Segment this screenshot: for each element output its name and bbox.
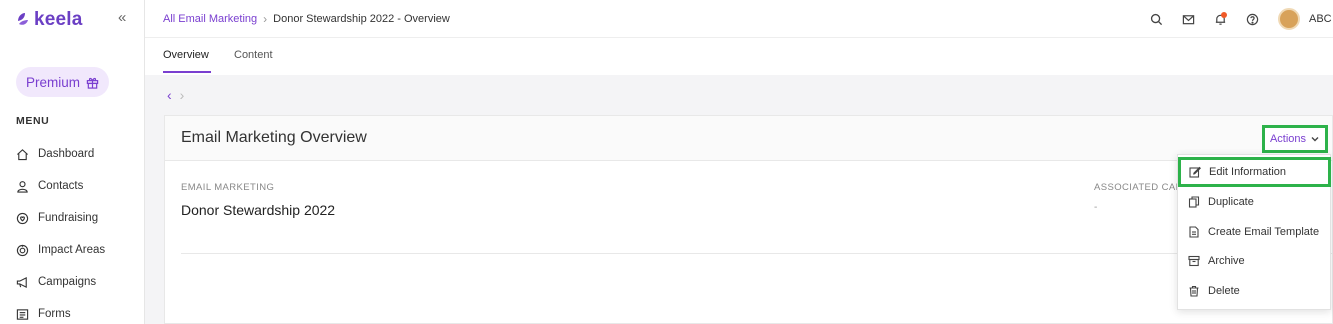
chevron-right-icon[interactable]: › — [180, 87, 185, 103]
main-content: ‹ › Email Marketing Overview Actions EMA… — [145, 75, 1333, 324]
active-tab-indicator — [163, 71, 211, 73]
help-icon — [1246, 13, 1258, 25]
menu-item-edit-information[interactable]: Edit Information — [1178, 157, 1331, 187]
form-icon — [16, 308, 29, 320]
user-icon — [17, 180, 28, 193]
menu-item-label: Duplicate — [1208, 196, 1254, 208]
menu-title: MENU — [16, 115, 50, 127]
trash-icon — [1189, 285, 1199, 297]
tab-overview[interactable]: Overview — [163, 49, 209, 61]
sidebar-item-impact-areas[interactable]: Impact Areas — [16, 234, 105, 266]
donation-icon — [16, 212, 29, 224]
chevron-left-icon[interactable]: ‹ — [167, 87, 172, 103]
search-button[interactable] — [1140, 13, 1172, 26]
associated-campaign-label: ASSOCIATED CAM — [1094, 182, 1184, 193]
notification-dot — [1221, 11, 1227, 18]
target-icon — [16, 244, 29, 256]
tab-content[interactable]: Content — [234, 49, 273, 61]
mail-icon — [1182, 14, 1194, 24]
logo-text: keela — [34, 9, 83, 30]
pager: ‹ › — [167, 87, 184, 103]
actions-label: Actions — [1269, 133, 1307, 145]
gift-icon — [86, 77, 99, 89]
sidebar-item-fundraising[interactable]: Fundraising — [16, 202, 105, 234]
email-marketing-label: EMAIL MARKETING — [181, 182, 275, 193]
breadcrumb-parent-link[interactable]: All Email Marketing — [163, 13, 257, 25]
sidebar-item-label: Fundraising — [38, 212, 99, 224]
sidebar-item-label: Campaigns — [38, 276, 97, 288]
card-header: Email Marketing Overview Actions — [165, 116, 1332, 161]
document-icon — [1189, 226, 1199, 238]
email-marketing-value: Donor Stewardship 2022 — [181, 202, 336, 218]
menu-item-delete[interactable]: Delete — [1178, 276, 1330, 306]
premium-button[interactable]: Premium — [16, 67, 109, 97]
menu-item-label: Edit Information — [1209, 166, 1287, 178]
notifications-button[interactable] — [1204, 11, 1236, 26]
actions-button[interactable]: Actions — [1262, 125, 1328, 153]
menu-item-duplicate[interactable]: Duplicate — [1178, 187, 1330, 217]
home-icon — [17, 148, 28, 160]
edit-icon — [1189, 166, 1201, 178]
breadcrumb-current: Donor Stewardship 2022 - Overview — [273, 13, 450, 25]
overview-card: Email Marketing Overview Actions EMAIL M… — [164, 115, 1333, 324]
top-bar: All Email Marketing › Donor Stewardship … — [145, 0, 1333, 38]
premium-label: Premium — [25, 74, 80, 90]
divider — [181, 253, 1332, 254]
user-name[interactable]: ABC — [1309, 13, 1333, 25]
sidebar-item-dashboard[interactable]: Dashboard — [16, 138, 105, 170]
sidebar-item-label: Impact Areas — [38, 244, 106, 256]
avatar[interactable] — [1278, 8, 1300, 30]
top-icons: ABC — [1140, 8, 1333, 30]
page-title: Email Marketing Overview — [181, 129, 367, 146]
mail-button[interactable] — [1172, 13, 1204, 26]
chevron-right-icon: › — [263, 12, 268, 26]
logo[interactable]: keela — [16, 9, 83, 31]
menu-item-archive[interactable]: Archive — [1178, 246, 1330, 276]
sidebar-item-label: Contacts — [38, 180, 84, 192]
breadcrumb: All Email Marketing › Donor Stewardship … — [163, 12, 450, 26]
sidebar-item-contacts[interactable]: Contacts — [16, 170, 105, 202]
chevron-down-icon — [1311, 137, 1319, 142]
sidebar-item-campaigns[interactable]: Campaigns — [16, 266, 105, 298]
menu-item-label: Archive — [1208, 255, 1245, 267]
menu-item-label: Create Email Template — [1208, 226, 1320, 238]
menu-item-label: Delete — [1208, 285, 1240, 297]
search-icon — [1150, 13, 1162, 25]
sidebar: keela « Premium MENU Dashboard Contacts … — [0, 0, 145, 324]
sidebar-item-label: Forms — [38, 308, 71, 320]
sidebar-nav: Dashboard Contacts Fundraising Impact Ar… — [16, 138, 105, 324]
tabs: Overview Content — [145, 38, 1333, 75]
megaphone-icon — [16, 276, 27, 288]
archive-icon — [1188, 255, 1200, 267]
sidebar-item-forms[interactable]: Forms — [16, 298, 105, 324]
associated-campaign-value: - — [1094, 202, 1098, 213]
copy-icon — [1188, 196, 1200, 208]
actions-dropdown: Edit Information Duplicate Create Email … — [1177, 154, 1331, 310]
menu-item-create-email-template[interactable]: Create Email Template — [1178, 217, 1330, 247]
keela-logo-icon — [18, 13, 28, 25]
sidebar-item-label: Dashboard — [38, 148, 95, 160]
collapse-sidebar-icon[interactable]: « — [118, 9, 126, 26]
help-button[interactable] — [1236, 13, 1268, 26]
